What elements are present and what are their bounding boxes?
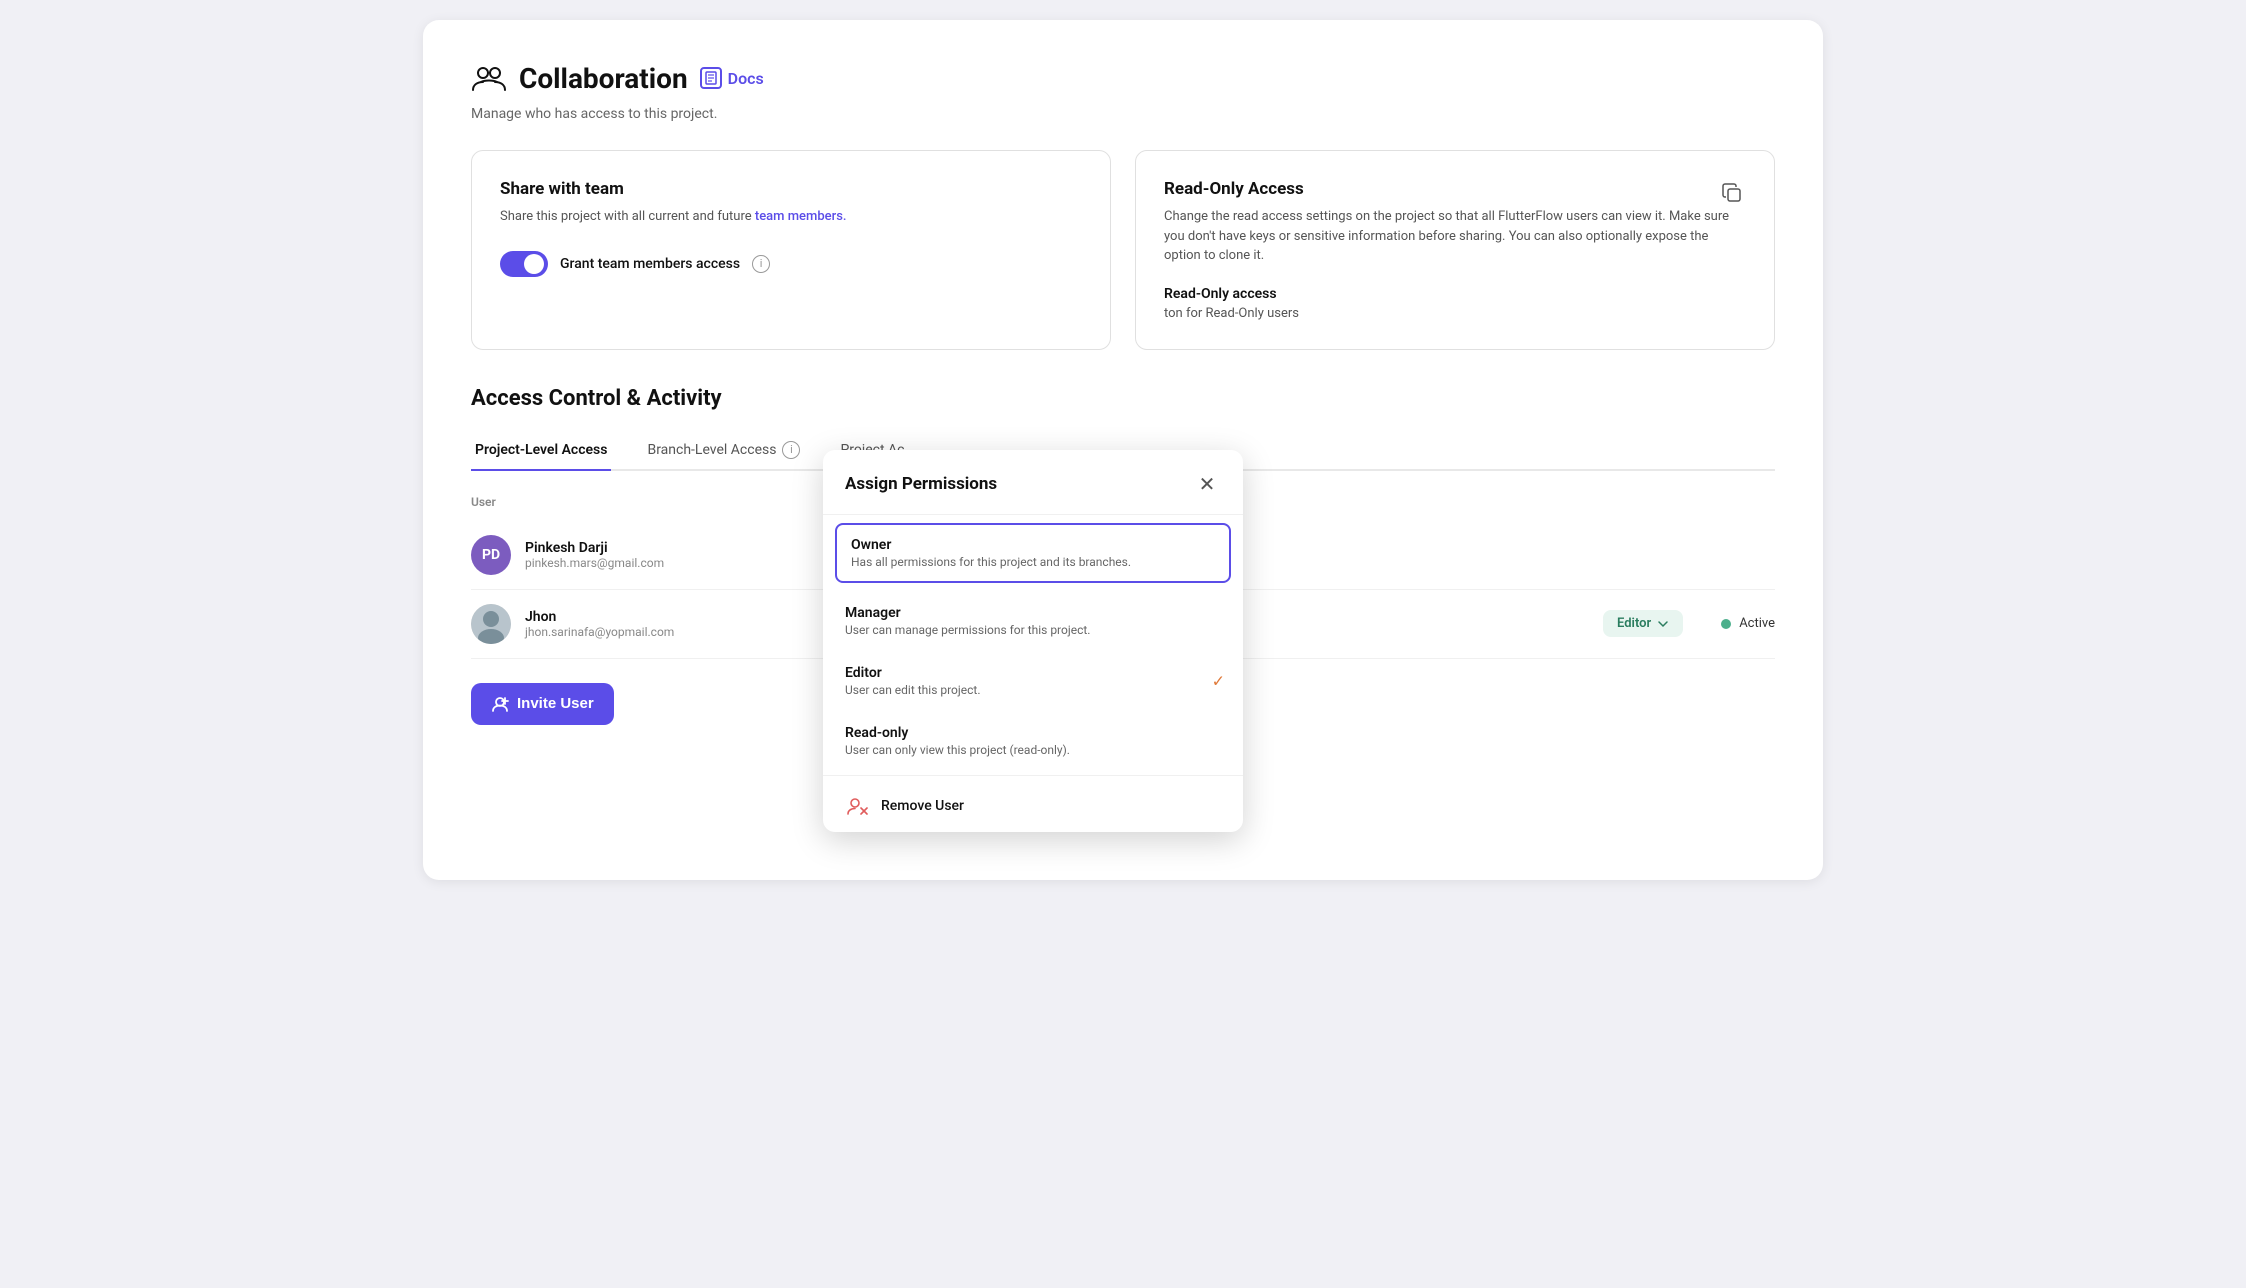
add-user-icon <box>491 695 509 713</box>
permission-editor[interactable]: Editor User can edit this project. ✓ <box>823 651 1243 711</box>
manager-label: Manager <box>845 605 1221 621</box>
collaboration-icon <box>471 60 507 96</box>
invite-btn-label: Invite User <box>517 695 594 712</box>
read-only-access-card: Read-Only Access Change the read access … <box>1135 150 1775 350</box>
assign-permissions-dropdown: Assign Permissions ✕ Owner Has all permi… <box>823 450 1243 832</box>
editor-role-dropdown[interactable]: Editor <box>1603 610 1683 637</box>
toggle-row: Grant team members access i <box>500 251 1082 277</box>
page-title: Collaboration <box>519 62 688 95</box>
info-icon[interactable]: i <box>752 255 770 273</box>
page-subtitle: Manage who has access to this project. <box>471 106 1775 122</box>
dropdown-header: Assign Permissions ✕ <box>823 450 1243 515</box>
remove-user-label: Remove User <box>881 798 964 814</box>
docs-label: Docs <box>728 69 764 88</box>
toggle-knob <box>524 254 544 274</box>
owner-label: Owner <box>851 537 1215 553</box>
team-members-link[interactable]: team members. <box>755 209 847 224</box>
branch-info-icon[interactable]: i <box>782 441 800 459</box>
check-icon: ✓ <box>1212 672 1225 691</box>
clone-label: ton for Read-Only users <box>1164 306 1746 321</box>
grant-access-toggle[interactable] <box>500 251 548 277</box>
editor-desc: User can edit this project. <box>845 683 1221 697</box>
docs-link[interactable]: Docs <box>700 67 764 89</box>
divider <box>823 775 1243 776</box>
tab-project-level-access[interactable]: Project-Level Access <box>471 431 611 469</box>
editor-label: Editor <box>845 665 1221 681</box>
read-only-perm-label: Read-only <box>845 725 1221 741</box>
avatar: PD <box>471 535 511 575</box>
tab-branch-level-access[interactable]: Branch-Level Access i <box>643 431 804 469</box>
invite-user-button[interactable]: Invite User <box>471 683 614 725</box>
chevron-down-icon <box>1657 618 1669 630</box>
permission-owner[interactable]: Owner Has all permissions for this proje… <box>835 523 1231 583</box>
dropdown-title: Assign Permissions <box>845 474 997 494</box>
read-only-card-desc: Change the read access settings on the p… <box>1164 207 1746 266</box>
docs-icon <box>700 67 722 89</box>
cards-row: Share with team Share this project with … <box>471 150 1775 350</box>
active-dot <box>1721 619 1731 629</box>
read-only-label: Read-Only access <box>1164 286 1746 302</box>
remove-user-item[interactable]: Remove User <box>823 780 1243 832</box>
section-title: Access Control & Activity <box>471 386 1775 411</box>
copy-icon[interactable] <box>1718 179 1746 207</box>
close-button[interactable]: ✕ <box>1193 470 1221 498</box>
share-with-team-card: Share with team Share this project with … <box>471 150 1111 350</box>
share-card-desc: Share this project with all current and … <box>500 207 1082 227</box>
owner-desc: Has all permissions for this project and… <box>851 555 1215 569</box>
page-container: Collaboration Docs Manage who has access… <box>423 20 1823 880</box>
share-card-title: Share with team <box>500 179 1082 199</box>
status-badge: Active <box>1721 616 1775 631</box>
toggle-label: Grant team members access <box>560 256 740 272</box>
permission-manager[interactable]: Manager User can manage permissions for … <box>823 591 1243 651</box>
manager-desc: User can manage permissions for this pro… <box>845 623 1221 637</box>
remove-user-icon <box>845 794 869 818</box>
read-only-perm-desc: User can only view this project (read-on… <box>845 743 1221 757</box>
read-only-card-title: Read-Only Access <box>1164 179 1304 199</box>
permission-read-only[interactable]: Read-only User can only view this projec… <box>823 711 1243 771</box>
avatar <box>471 604 511 644</box>
page-header: Collaboration Docs <box>471 60 1775 96</box>
